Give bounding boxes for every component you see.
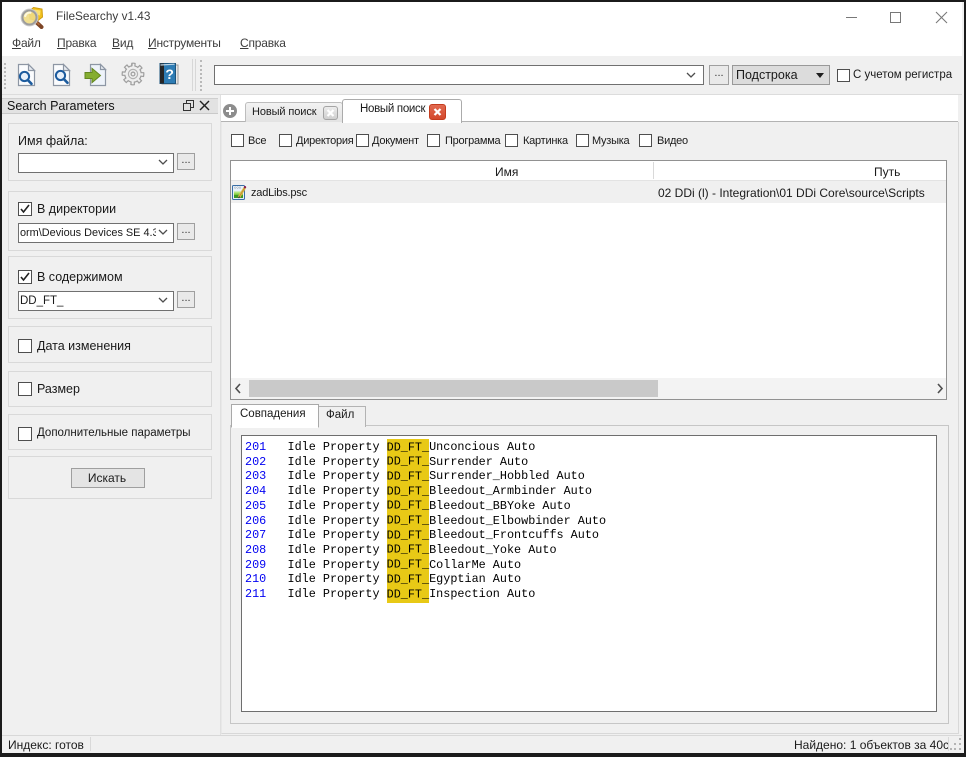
svg-text:?: ?	[165, 66, 174, 82]
